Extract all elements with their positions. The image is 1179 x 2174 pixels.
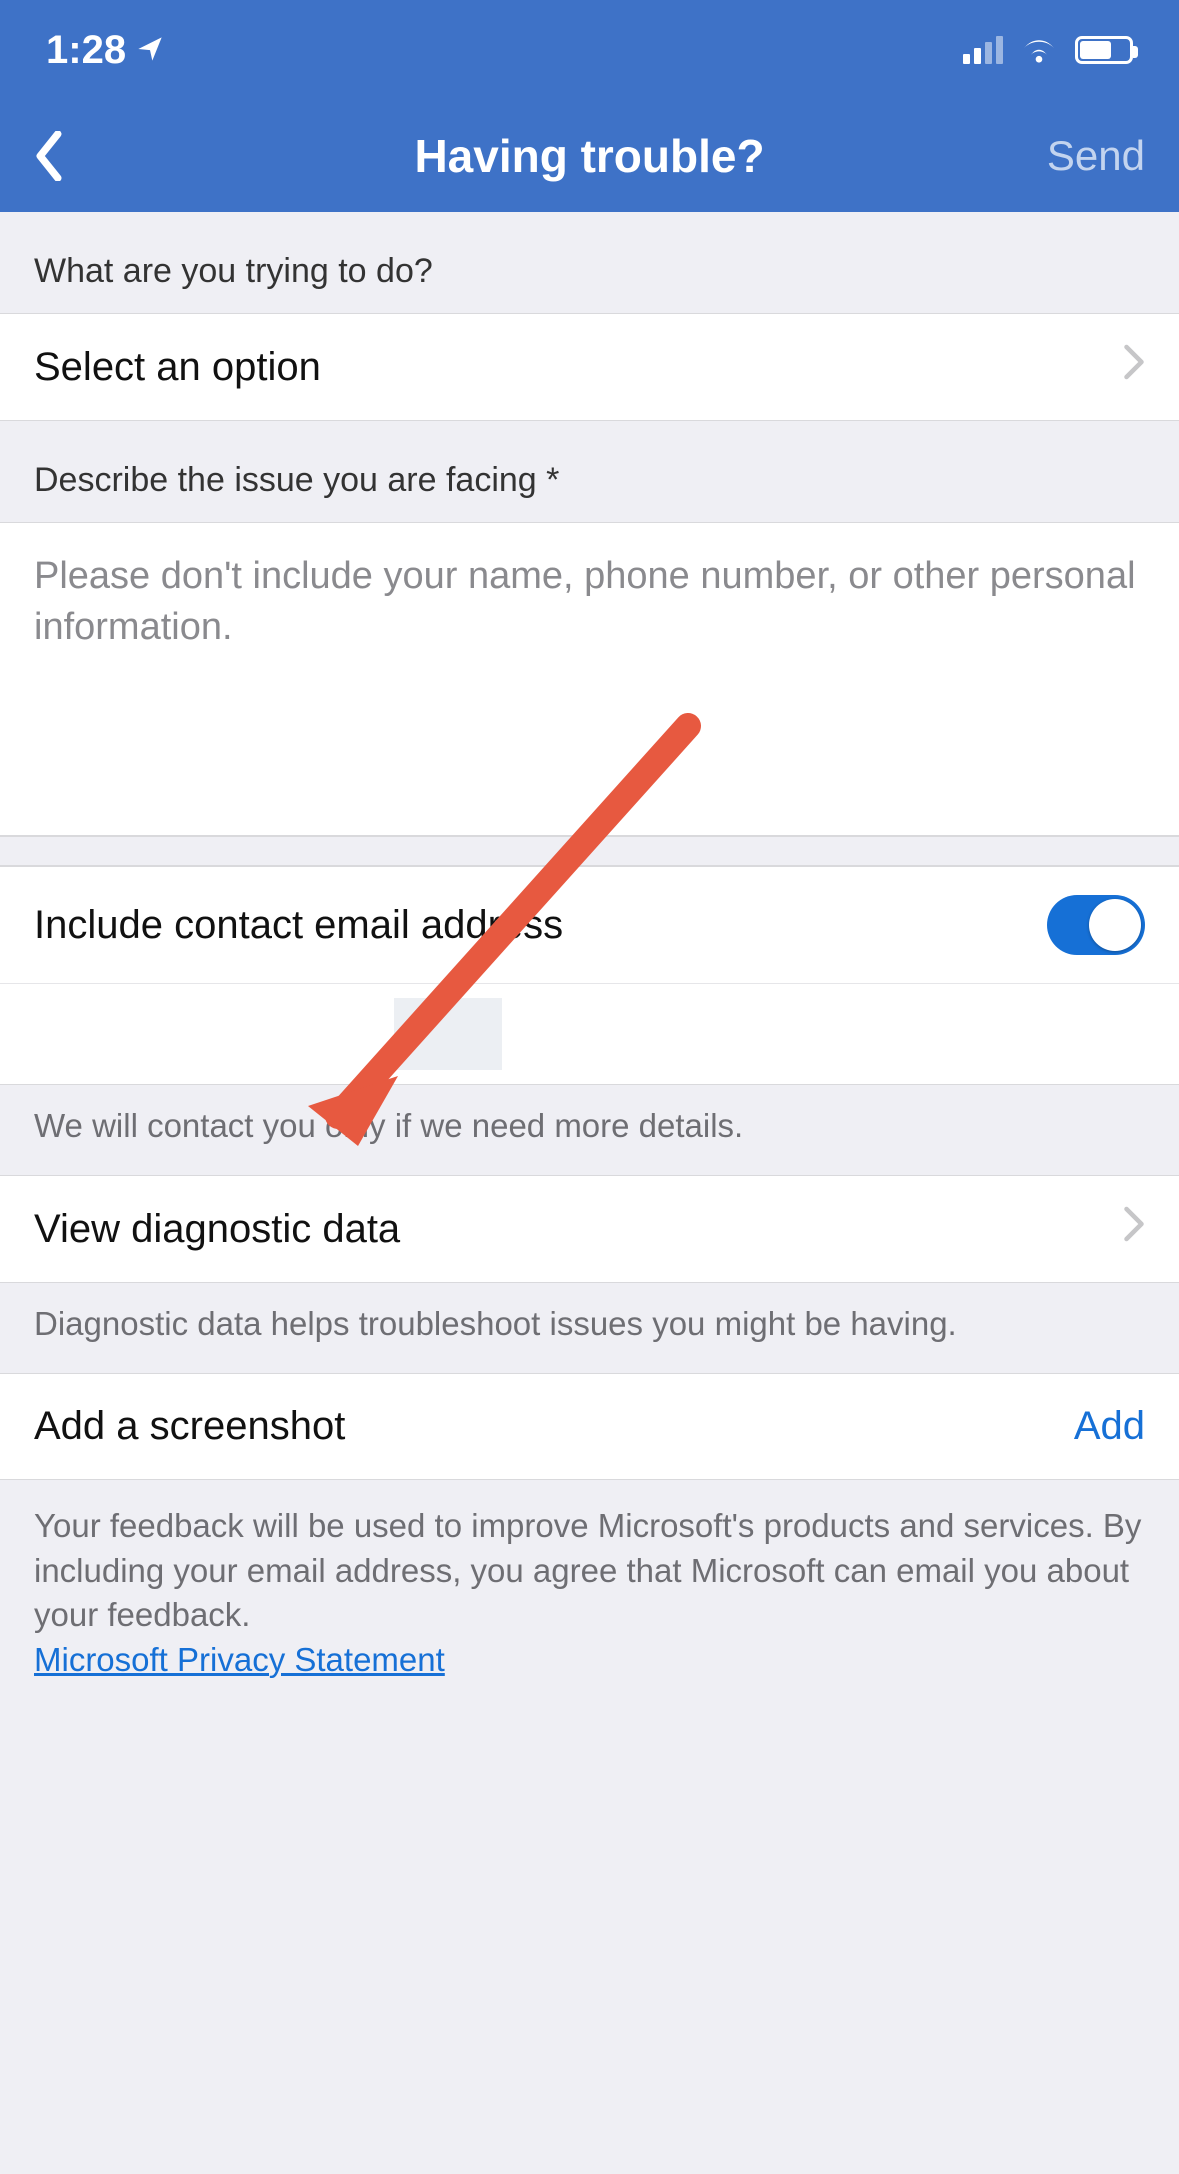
page-title: Having trouble? <box>0 129 1179 183</box>
back-button[interactable] <box>34 126 74 186</box>
status-bar: 1:28 <box>0 0 1179 100</box>
select-option-row[interactable]: Select an option <box>0 313 1179 421</box>
email-footer: We will contact you only if we need more… <box>0 1085 1179 1175</box>
diagnostic-footer: Diagnostic data helps troubleshoot issue… <box>0 1283 1179 1373</box>
email-field[interactable] <box>34 984 1179 1084</box>
privacy-link[interactable]: Microsoft Privacy Statement <box>34 1641 445 1678</box>
redacted-email <box>394 998 502 1070</box>
chevron-right-icon <box>1123 344 1145 390</box>
location-icon <box>136 28 164 73</box>
wifi-icon <box>1021 28 1057 73</box>
add-screenshot-label: Add a screenshot <box>34 1404 345 1449</box>
footer-disclaimer: Your feedback will be used to improve Mi… <box>0 1480 1179 1706</box>
section-label-describe: Describe the issue you are facing * <box>0 421 1179 522</box>
nav-bar: Having trouble? Send <box>0 100 1179 212</box>
separator <box>0 836 1179 866</box>
view-diagnostic-row[interactable]: View diagnostic data <box>0 1175 1179 1283</box>
cellular-icon <box>963 36 1003 64</box>
issue-description-input[interactable]: Please don't include your name, phone nu… <box>0 522 1179 836</box>
footer-text: Your feedback will be used to improve Mi… <box>34 1507 1141 1633</box>
include-email-label: Include contact email address <box>34 903 563 948</box>
battery-icon <box>1075 36 1133 64</box>
view-diagnostic-label: View diagnostic data <box>34 1207 400 1252</box>
include-email-toggle[interactable] <box>1047 895 1145 955</box>
send-button[interactable]: Send <box>1047 132 1145 180</box>
issue-description-placeholder: Please don't include your name, phone nu… <box>34 555 1136 648</box>
status-time: 1:28 <box>46 28 126 73</box>
add-screenshot-row: Add a screenshot Add <box>0 1373 1179 1480</box>
add-screenshot-button[interactable]: Add <box>1074 1404 1145 1449</box>
chevron-right-icon <box>1123 1206 1145 1252</box>
section-label-intent: What are you trying to do? <box>0 212 1179 313</box>
select-option-text: Select an option <box>34 345 321 390</box>
